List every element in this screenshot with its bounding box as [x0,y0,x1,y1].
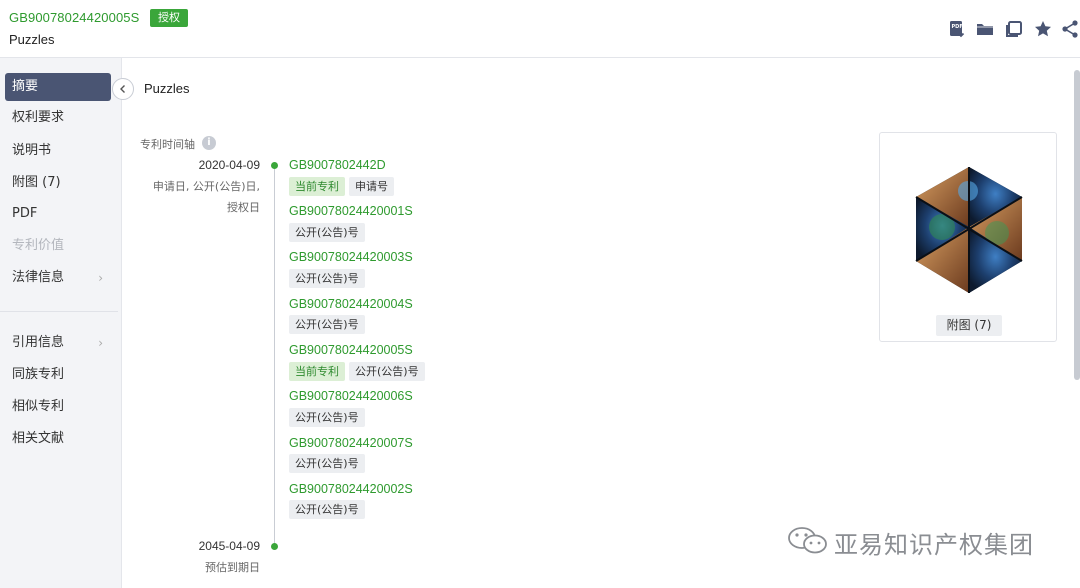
sidebar-item-label: PDF [12,206,38,221]
timeline-entry-tags: 当前专利 公开(公告)号 [289,362,429,382]
copy-icon[interactable] [1004,19,1024,39]
timeline-entry-tags: 公开(公告)号 [289,500,369,520]
timeline-end-desc: 预估到期日 [205,561,260,574]
tag: 公开(公告)号 [289,500,365,519]
current-patent-tag: 当前专利 [289,177,345,196]
sidebar-item-label: 相关文献 [12,431,65,446]
tag: 公开(公告)号 [289,408,365,427]
timeline-start-desc: 申请日, 公开(公告)日, 授权日 [130,176,260,218]
section-title: Puzzles [144,81,190,96]
timeline-entry-tags: 公开(公告)号 [289,408,369,428]
timeline-start-desc-line: 授权日 [227,201,260,214]
figures-button[interactable]: 附图 (7) [936,315,1002,336]
timeline-entry-number[interactable]: GB90078024420002S [289,482,413,496]
tag: 公开(公告)号 [349,362,425,381]
timeline-end-date: 2045-04-09 [198,539,260,553]
sidebar-item-abstract[interactable]: 摘要 [5,73,111,101]
timeline-entry-tags: 公开(公告)号 [289,223,369,243]
star-icon[interactable] [1033,19,1053,39]
tag: 申请号 [349,177,394,196]
timeline-entry-number[interactable]: GB90078024420007S [289,436,413,450]
sidebar-item-label: 权利要求 [12,110,65,125]
figure-card[interactable]: 附图 (7) [879,132,1057,342]
sidebar-item-label: 相似专利 [12,399,65,414]
sidebar-item-label: 专利价值 [12,238,65,253]
sidebar-item-label: 说明书 [12,143,52,158]
sidebar-item-patent-value: 专利价值 [5,232,111,260]
sidebar-divider [0,311,118,312]
sidebar-item-figures[interactable]: 附图 (7) [5,169,111,197]
watermark-text: 亚易知识产权集团 [834,531,1034,559]
timeline-dot-end [271,543,278,550]
figure-thumbnail[interactable] [902,161,1036,301]
sidebar-item-citations[interactable]: 引用信息 › [5,329,111,357]
pdf-download-icon[interactable]: PDF [947,19,967,39]
chevron-right-icon: › [98,336,103,350]
timeline-start-desc-line: 申请日, 公开(公告)日, [152,180,260,193]
timeline-line [274,163,275,547]
scrollbar[interactable] [1074,70,1080,380]
timeline-entry-number[interactable]: GB90078024420001S [289,204,413,218]
sidebar-item-claims[interactable]: 权利要求 [5,104,111,132]
sidebar-item-legal-info[interactable]: 法律信息 › [5,264,111,292]
current-patent-tag: 当前专利 [289,362,345,381]
sidebar-item-similar[interactable]: 相似专利 [5,393,111,421]
wechat-icon [788,527,827,554]
sidebar-item-label: 法律信息 [12,270,65,285]
timeline-dot-start [271,162,278,169]
chevron-left-icon [120,85,125,93]
status-badge: 授权 [150,9,188,27]
sidebar-item-pdf[interactable]: PDF [5,200,111,228]
timeline-entry-tags: 公开(公告)号 [289,454,369,474]
folder-icon[interactable] [975,19,995,39]
sidebar-item-label: 摘要 [12,79,39,94]
sidebar: 摘要 权利要求 说明书 附图 (7) PDF 专利价值 法律信息 › 引用信息 › … [0,58,122,588]
sidebar-item-related-docs[interactable]: 相关文献 [5,425,111,453]
timeline-entry-number[interactable]: GB90078024420003S [289,250,413,264]
page-header: GB90078024420005S 授权 Puzzles PDF [0,0,1080,58]
svg-text:PDF: PDF [952,24,963,30]
tag: 公开(公告)号 [289,315,365,334]
timeline-entry-number[interactable]: GB90078024420005S [289,343,413,357]
info-icon[interactable]: i [202,136,216,150]
timeline-start-date: 2020-04-09 [198,158,260,172]
timeline-entry-number[interactable]: GB90078024420006S [289,389,413,403]
patent-number: GB90078024420005S [9,10,140,25]
timeline-entry-number[interactable]: GB9007802442D [289,158,386,172]
collapse-sidebar-button[interactable] [112,78,134,100]
timeline-entry-number[interactable]: GB90078024420004S [289,297,413,311]
timeline-entry-tags: 公开(公告)号 [289,315,369,335]
timeline-label: 专利时间轴 [140,138,195,151]
sidebar-item-label: 附图 (7) [12,175,61,190]
sidebar-item-description[interactable]: 说明书 [5,137,111,165]
tag: 公开(公告)号 [289,223,365,242]
sidebar-item-label: 同族专利 [12,367,65,382]
tag: 公开(公告)号 [289,454,365,473]
tag: 公开(公告)号 [289,269,365,288]
sidebar-item-family[interactable]: 同族专利 [5,361,111,389]
timeline-entry-tags: 当前专利 申请号 [289,177,398,197]
patent-title: Puzzles [9,32,55,47]
chevron-right-icon: › [98,271,103,285]
timeline-entry-tags: 公开(公告)号 [289,269,369,289]
share-icon[interactable] [1060,19,1080,39]
sidebar-item-label: 引用信息 [12,335,65,350]
